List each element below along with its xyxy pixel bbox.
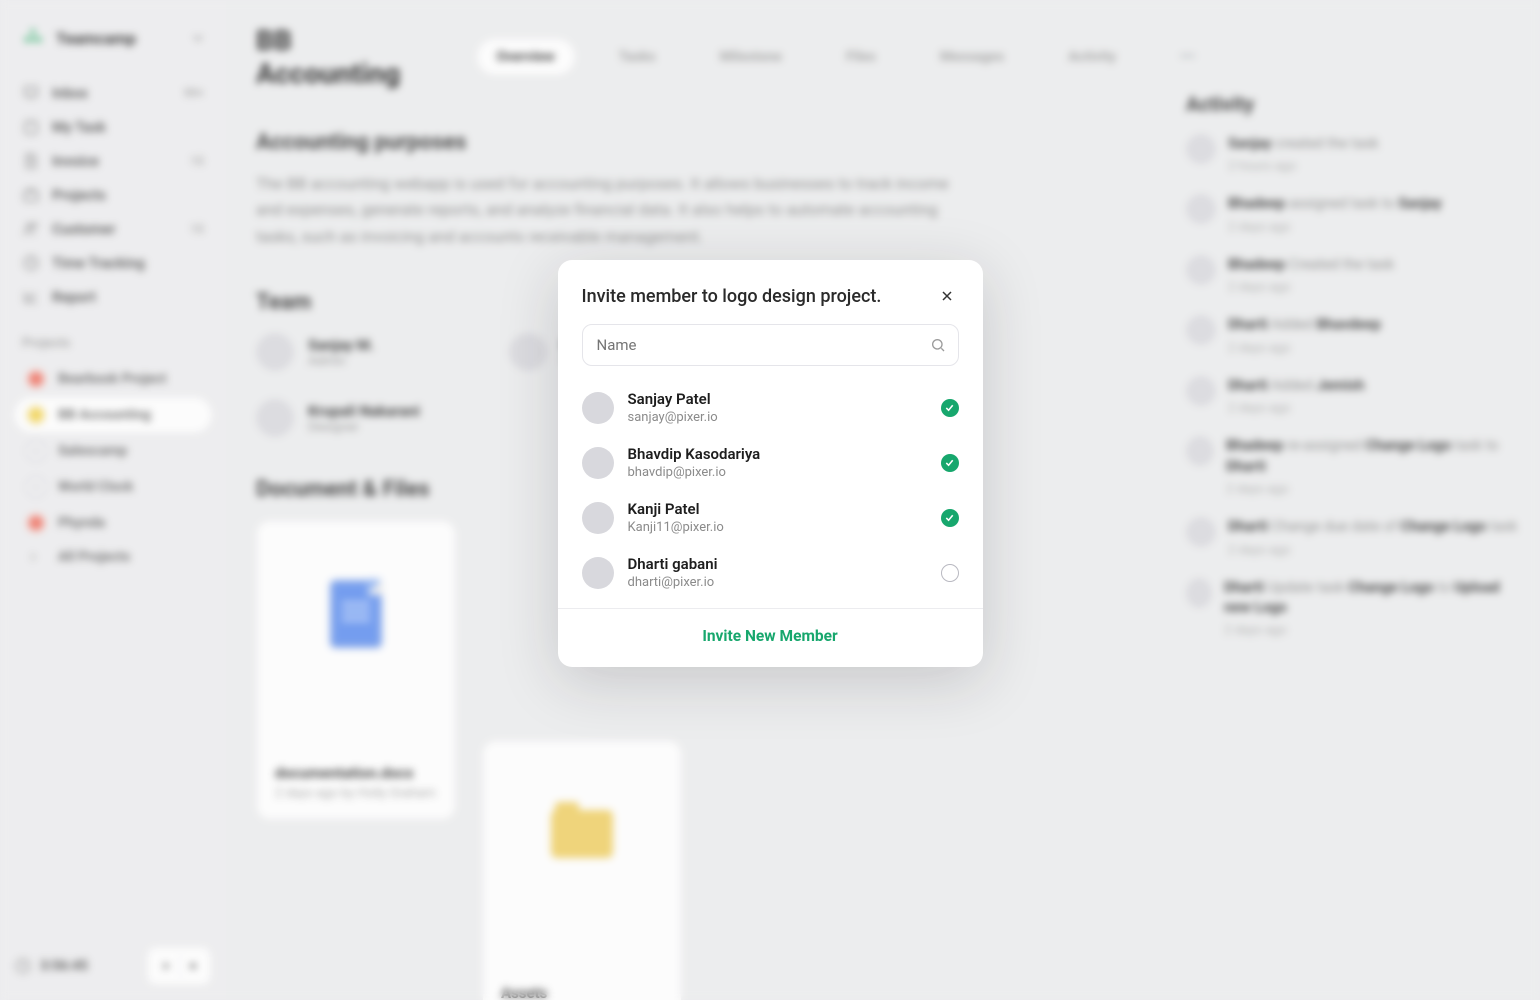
close-button[interactable] (935, 284, 959, 308)
close-icon (939, 288, 955, 304)
search-field[interactable] (582, 324, 959, 366)
member-email: dharti@pixer.io (628, 575, 718, 590)
avatar (582, 557, 614, 589)
member-row[interactable]: Sanjay Patel sanjay@pixer.io (582, 380, 959, 435)
modal-title: Invite member to logo design project. (582, 286, 882, 307)
selected-check-icon[interactable] (941, 509, 959, 527)
member-row[interactable]: Dharti gabani dharti@pixer.io (582, 545, 959, 600)
member-name: Bhavdip Kasodariya (628, 445, 761, 463)
member-email: bhavdip@pixer.io (628, 465, 761, 480)
member-name: Kanji Patel (628, 500, 724, 518)
member-row[interactable]: Bhavdip Kasodariya bhavdip@pixer.io (582, 435, 959, 490)
member-email: sanjay@pixer.io (628, 410, 718, 425)
invite-modal: Invite member to logo design project. Sa… (558, 260, 983, 667)
member-email: Kanji11@pixer.io (628, 520, 724, 535)
member-name: Dharti gabani (628, 555, 718, 573)
search-icon (930, 337, 946, 353)
search-input[interactable] (595, 335, 930, 355)
selected-check-icon[interactable] (941, 399, 959, 417)
app-root: Teamcamp Inbox 99+ My Task Invoice 15 (0, 0, 1540, 1000)
avatar (582, 392, 614, 424)
member-name: Sanjay Patel (628, 390, 718, 408)
modal-header: Invite member to logo design project. (582, 284, 959, 308)
modal-backdrop[interactable]: Invite member to logo design project. Sa… (0, 0, 1540, 1000)
select-circle[interactable] (941, 564, 959, 582)
avatar (582, 447, 614, 479)
member-row[interactable]: Kanji Patel Kanji11@pixer.io (582, 490, 959, 545)
avatar (582, 502, 614, 534)
invite-new-member-button[interactable]: Invite New Member (582, 609, 959, 649)
selected-check-icon[interactable] (941, 454, 959, 472)
member-list: Sanjay Patel sanjay@pixer.io Bhavdip Kasod… (582, 380, 959, 600)
